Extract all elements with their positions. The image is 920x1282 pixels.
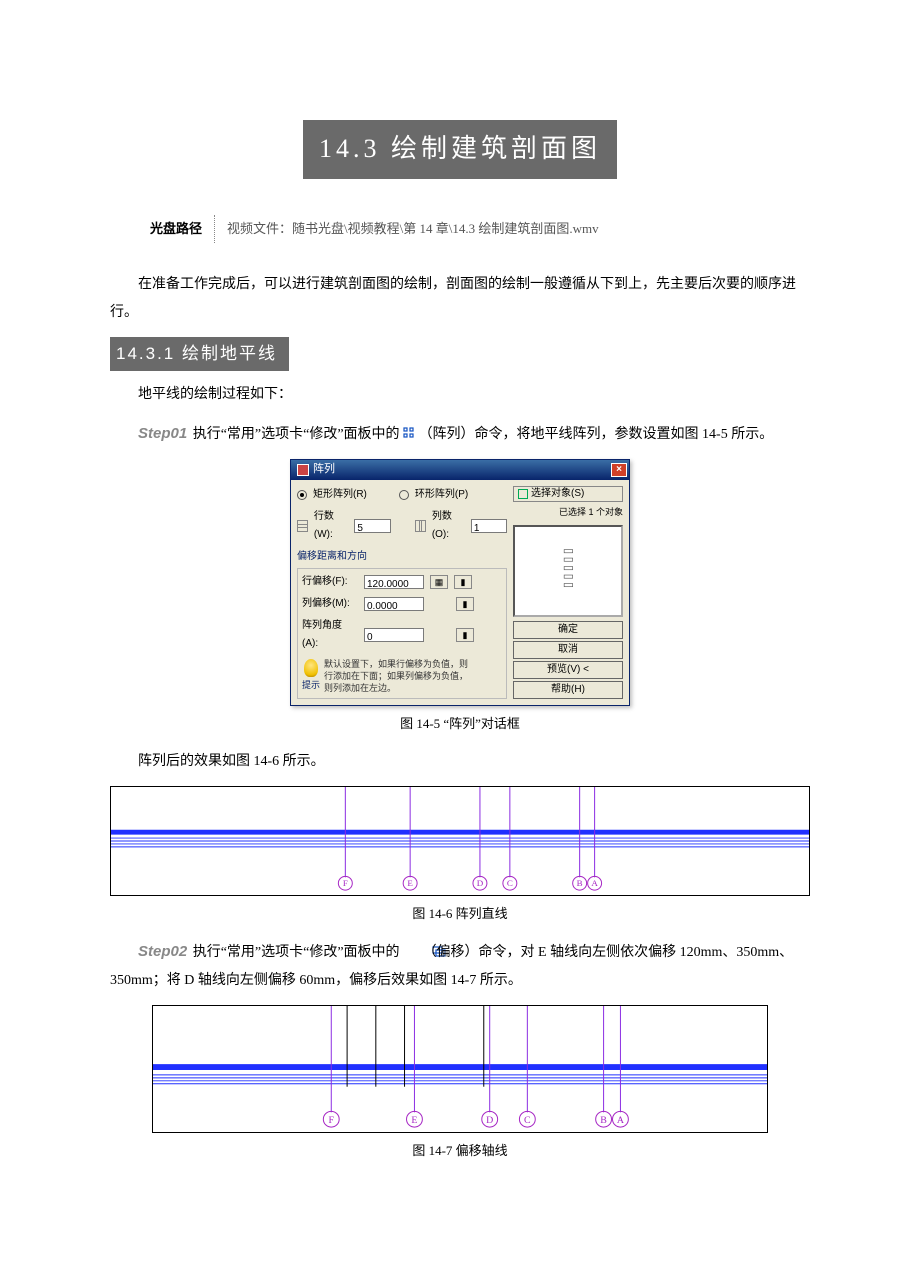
- axis-label-E: E: [407, 878, 412, 888]
- axis-label-A: A: [591, 878, 598, 888]
- cols-grid-icon: [415, 520, 426, 532]
- cols-input[interactable]: 1: [471, 519, 507, 533]
- axis-label-B: B: [577, 878, 583, 888]
- dialog-title: 阵列: [313, 460, 335, 480]
- axis-label-C: C: [507, 878, 513, 888]
- axis-label-E: E: [411, 1115, 417, 1126]
- select-objects-button[interactable]: 选择对象(S): [513, 486, 623, 502]
- row-offset-input[interactable]: 120.0000: [364, 575, 424, 589]
- row-offset-pick-btn-1[interactable]: ▦: [430, 575, 448, 589]
- axis-label-F: F: [329, 1115, 335, 1126]
- radio-polar-label: 环形阵列(P): [415, 486, 468, 504]
- row-offset-label: 行偏移(F):: [302, 573, 358, 591]
- figure-14-6-caption: 图 14-6 阵列直线: [110, 902, 810, 925]
- axis-label-D: D: [477, 878, 484, 888]
- main-title: 14.3 绘制建筑剖面图: [303, 120, 617, 179]
- axis-label-D: D: [486, 1115, 493, 1126]
- cancel-button[interactable]: 取消: [513, 641, 623, 659]
- preview-button[interactable]: 预览(V) <: [513, 661, 623, 679]
- step01-after: （阵列）命令，将地平线阵列，参数设置如图 14-5 所示。: [419, 427, 774, 442]
- axis-label-C: C: [524, 1115, 531, 1126]
- array-icon: [403, 427, 415, 439]
- disc-path-value: 视频文件：随书光盘\视频教程\第 14 章\14.3 绘制建筑剖面图.wmv: [215, 217, 599, 240]
- step01-label: Step01: [138, 425, 187, 442]
- axis-label-A: A: [617, 1115, 625, 1126]
- col-offset-label: 列偏移(M):: [302, 595, 358, 613]
- array-angle-input[interactable]: 0: [364, 628, 424, 642]
- radio-rect-label: 矩形阵列(R): [313, 486, 367, 504]
- rows-grid-icon: [297, 520, 308, 532]
- array-angle-label: 阵列角度(A):: [302, 617, 358, 653]
- rows-input[interactable]: 5: [354, 519, 390, 533]
- axis-label-F: F: [343, 878, 348, 888]
- lightbulb-icon: [304, 659, 318, 677]
- pick-cursor-icon: [518, 489, 528, 499]
- step01-before: 执行“常用”选项卡“修改”面板中的: [193, 427, 400, 442]
- figure-14-7: F E D C B A: [152, 1005, 768, 1133]
- figure-14-7-caption: 图 14-7 偏移轴线: [110, 1139, 810, 1162]
- selected-count-msg: 已选择 1 个对象: [513, 504, 623, 520]
- step02-text: Step02 执行“常用”选项卡“修改”面板中的 （偏移）命令，对 E 轴线向左…: [110, 937, 810, 995]
- intro-paragraph: 在准备工作完成后，可以进行建筑剖面图的绘制，剖面图的绘制一般遵循从下到上，先主要…: [110, 271, 810, 327]
- offset-group-title: 偏移距离和方向: [297, 548, 507, 566]
- step01-text: Step01 执行“常用”选项卡“修改”面板中的 （阵列）命令，将地平线阵列，参…: [110, 419, 810, 449]
- after-fig5-text: 阵列后的效果如图 14-6 所示。: [110, 748, 810, 776]
- close-icon[interactable]: ×: [611, 463, 627, 477]
- col-offset-input[interactable]: 0.0000: [364, 597, 424, 611]
- select-objects-label: 选择对象(S): [531, 485, 584, 503]
- step02-before: 执行“常用”选项卡“修改”面板中的: [193, 945, 400, 960]
- col-offset-pick-btn[interactable]: ▮: [456, 597, 474, 611]
- axis-label-B: B: [600, 1115, 607, 1126]
- figure-14-6: F E D C B A: [110, 786, 810, 896]
- tip-label: 提示: [302, 677, 320, 693]
- subsection-intro: 地平线的绘制过程如下：: [110, 381, 810, 409]
- disc-path-row: 光盘路径 视频文件：随书光盘\视频教程\第 14 章\14.3 绘制建筑剖面图.…: [110, 215, 810, 243]
- tip-text: 默认设置下，如果行偏移为负值，则行添加在下面；如果列偏移为负值，则列添加在左边。: [324, 659, 474, 694]
- row-offset-pick-btn-2[interactable]: ▮: [454, 575, 472, 589]
- array-dialog: 阵列 × 矩形阵列(R) 环形阵列(P) 行数(W): 5: [290, 459, 630, 706]
- disc-path-label: 光盘路径: [150, 215, 215, 243]
- ok-button[interactable]: 确定: [513, 621, 623, 639]
- array-angle-pick-btn[interactable]: ▮: [456, 628, 474, 642]
- rows-label: 行数(W):: [314, 508, 349, 544]
- dialog-titlebar[interactable]: 阵列 ×: [291, 460, 629, 480]
- figure-14-5-caption: 图 14-5 “阵列”对话框: [110, 712, 810, 735]
- radio-polar-array[interactable]: [399, 490, 409, 500]
- help-button[interactable]: 帮助(H): [513, 681, 623, 699]
- array-preview-box: [513, 525, 623, 618]
- subsection-title: 14.3.1 绘制地平线: [110, 337, 289, 372]
- radio-rect-array[interactable]: [297, 490, 307, 500]
- offset-icon: [403, 941, 419, 955]
- cols-label: 列数(O):: [432, 508, 465, 544]
- step02-label: Step02: [138, 943, 187, 960]
- dialog-app-icon: [297, 464, 309, 476]
